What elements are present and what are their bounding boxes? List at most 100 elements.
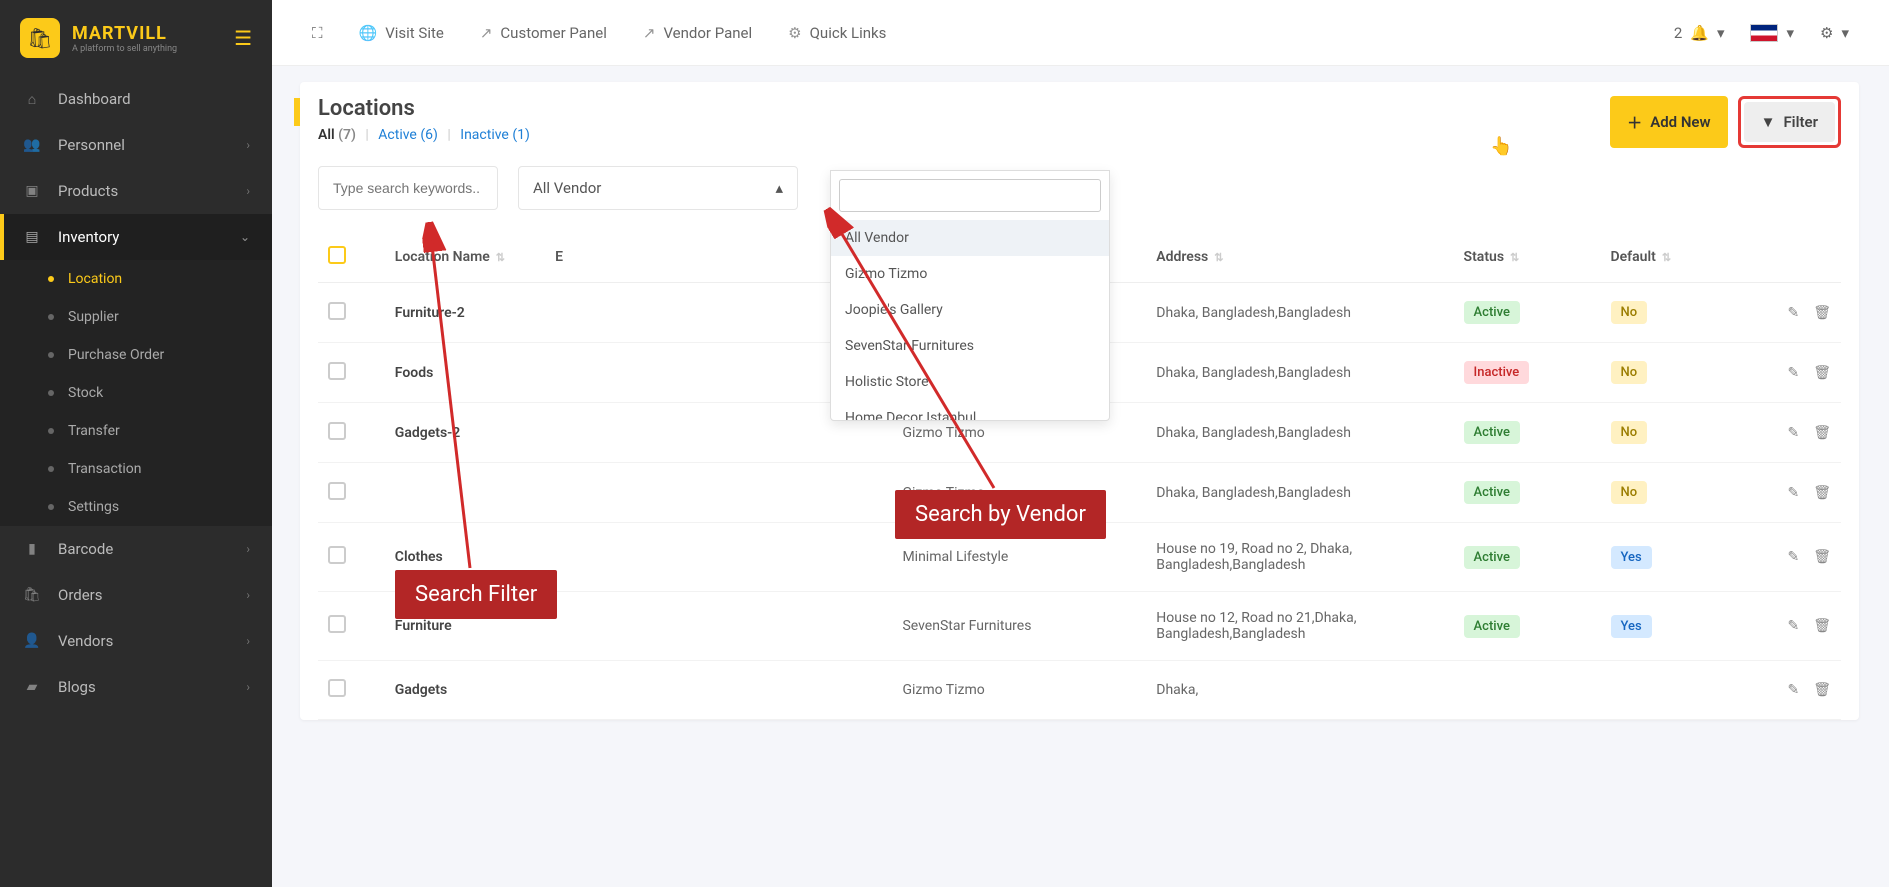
row-checkbox[interactable] xyxy=(328,679,346,697)
vendor-dropdown-search[interactable] xyxy=(839,179,1101,212)
edit-icon[interactable]: ✎ xyxy=(1787,618,1799,634)
vendor-option[interactable]: SevenStar Furnitures xyxy=(831,328,1109,364)
vendor-panel-link[interactable]: ↗Vendor Panel xyxy=(643,24,752,42)
delete-icon[interactable]: 🗑 xyxy=(1813,549,1831,565)
delete-icon[interactable]: 🗑 xyxy=(1813,425,1831,441)
cell-name: Gadgets-2 xyxy=(385,403,545,463)
chevron-down-icon: ▾ xyxy=(1717,24,1725,42)
add-new-button[interactable]: ＋Add New xyxy=(1610,96,1727,148)
nav-icon: ▰ xyxy=(22,679,42,695)
sort-icon[interactable]: ⇅ xyxy=(1662,251,1671,264)
col-status[interactable]: Status xyxy=(1464,249,1504,265)
col-location-name[interactable]: Location Name xyxy=(395,249,490,265)
filter-all[interactable]: All (7) xyxy=(318,127,356,143)
settings-gear-icon[interactable]: ⚙ ▾ xyxy=(1820,24,1849,42)
fullscreen-icon[interactable]: ⛶ xyxy=(312,24,323,42)
bullet-icon xyxy=(48,428,54,434)
sidebar-item-orders[interactable]: 🛍Orders› xyxy=(0,572,272,618)
sidebar-item-products[interactable]: ▣Products› xyxy=(0,168,272,214)
row-checkbox[interactable] xyxy=(328,362,346,380)
chevron-right-icon: › xyxy=(246,634,250,648)
filter-button[interactable]: ▼Filter xyxy=(1744,102,1835,142)
chevron-right-icon: ⌄ xyxy=(240,230,250,244)
vendor-option[interactable]: Home Decor Istanbul xyxy=(831,400,1109,420)
row-checkbox[interactable] xyxy=(328,302,346,320)
chevron-right-icon: › xyxy=(246,542,250,556)
edit-icon[interactable]: ✎ xyxy=(1787,425,1799,441)
delete-icon[interactable]: 🗑 xyxy=(1813,682,1831,698)
sidebar-sub-supplier[interactable]: Supplier xyxy=(0,298,272,336)
edit-icon[interactable]: ✎ xyxy=(1787,549,1799,565)
vendor-option[interactable]: Gizmo Tizmo xyxy=(831,256,1109,292)
cell-address: Dhaka, Bangladesh,Bangladesh xyxy=(1146,283,1453,343)
filter-inactive[interactable]: Inactive (1) xyxy=(460,127,530,143)
vendor-option[interactable]: Holistic Store xyxy=(831,364,1109,400)
sidebar-item-personnel[interactable]: 👥Personnel› xyxy=(0,122,272,168)
vendor-select[interactable]: All Vendor ▴ xyxy=(518,166,798,210)
sort-icon[interactable]: ⇅ xyxy=(496,251,505,264)
sidebar-item-inventory[interactable]: ▤Inventory⌄ xyxy=(0,214,272,260)
delete-icon[interactable]: 🗑 xyxy=(1813,305,1831,321)
sidebar-item-dashboard[interactable]: ⌂Dashboard xyxy=(0,76,272,122)
sidebar-item-vendors[interactable]: 👤Vendors› xyxy=(0,618,272,664)
chevron-down-icon: ▾ xyxy=(1786,24,1794,42)
customer-panel-link[interactable]: ↗Customer Panel xyxy=(480,24,607,42)
vendor-option[interactable]: All Vendor xyxy=(831,220,1109,256)
brand-name: MARTVILL xyxy=(72,23,177,44)
edit-icon[interactable]: ✎ xyxy=(1787,485,1799,501)
filter-active[interactable]: Active (6) xyxy=(378,127,438,143)
edit-icon[interactable]: ✎ xyxy=(1787,682,1799,698)
language-selector[interactable]: ▾ xyxy=(1750,24,1794,42)
col-default[interactable]: Default xyxy=(1611,249,1656,265)
default-badge: No xyxy=(1611,481,1648,504)
nav-icon: 👥 xyxy=(22,137,42,153)
default-badge: No xyxy=(1611,361,1648,384)
delete-icon[interactable]: 🗑 xyxy=(1813,365,1831,381)
notifications-button[interactable]: 2 🔔 ▾ xyxy=(1674,24,1725,42)
row-checkbox[interactable] xyxy=(328,546,346,564)
chevron-down-icon: ▾ xyxy=(1841,24,1849,42)
cell-address: Dhaka, Bangladesh,Bangladesh xyxy=(1146,343,1453,403)
search-input[interactable] xyxy=(318,166,498,210)
delete-icon[interactable]: 🗑 xyxy=(1813,485,1831,501)
cell-name: Furniture-2 xyxy=(385,283,545,343)
sidebar: 🛍 MARTVILL A platform to sell anything ☰… xyxy=(0,0,272,887)
vendor-option[interactable]: Joopie's Gallery xyxy=(831,292,1109,328)
callout-search-filter: Search Filter xyxy=(395,570,557,619)
sidebar-sub-settings[interactable]: Settings xyxy=(0,488,272,526)
nav-icon: ▤ xyxy=(22,229,42,245)
select-all-checkbox[interactable] xyxy=(328,246,346,264)
edit-icon[interactable]: ✎ xyxy=(1787,305,1799,321)
default-badge: Yes xyxy=(1611,546,1652,569)
quick-links-link[interactable]: ⚙Quick Links xyxy=(788,24,886,42)
sidebar-item-blogs[interactable]: ▰Blogs› xyxy=(0,664,272,710)
visit-site-link[interactable]: 🌐Visit Site xyxy=(359,24,444,42)
caret-up-icon: ▴ xyxy=(775,179,783,197)
funnel-icon: ▼ xyxy=(1761,113,1776,131)
sidebar-sub-transfer[interactable]: Transfer xyxy=(0,412,272,450)
edit-icon[interactable]: ✎ xyxy=(1787,365,1799,381)
row-checkbox[interactable] xyxy=(328,482,346,500)
col-address[interactable]: Address xyxy=(1156,249,1208,265)
col-email[interactable]: E xyxy=(555,249,563,265)
default-badge: No xyxy=(1611,301,1648,324)
sidebar-item-barcode[interactable]: ▮Barcode› xyxy=(0,526,272,572)
cell-vendor: SevenStar Furnitures xyxy=(892,592,1146,661)
sidebar-sub-stock[interactable]: Stock xyxy=(0,374,272,412)
sort-icon[interactable]: ⇅ xyxy=(1214,251,1223,264)
status-badge: Active xyxy=(1464,301,1520,324)
sidebar-collapse-icon[interactable]: ☰ xyxy=(234,26,252,50)
sort-icon[interactable]: ⇅ xyxy=(1510,251,1519,264)
sidebar-sub-location[interactable]: Location xyxy=(0,260,272,298)
nav-icon: ▣ xyxy=(22,183,42,199)
row-checkbox[interactable] xyxy=(328,615,346,633)
row-checkbox[interactable] xyxy=(328,422,346,440)
main-panel: Locations All (7) | Active (6) | Inactiv… xyxy=(300,82,1859,720)
status-badge: Active xyxy=(1464,481,1520,504)
delete-icon[interactable]: 🗑 xyxy=(1813,618,1831,634)
sidebar-sub-transaction[interactable]: Transaction xyxy=(0,450,272,488)
table-row: Gadgets Gizmo Tizmo Dhaka, ✎🗑 xyxy=(318,661,1841,720)
sidebar-sub-purchase-order[interactable]: Purchase Order xyxy=(0,336,272,374)
bullet-icon xyxy=(48,314,54,320)
external-icon: ↗ xyxy=(643,24,656,42)
